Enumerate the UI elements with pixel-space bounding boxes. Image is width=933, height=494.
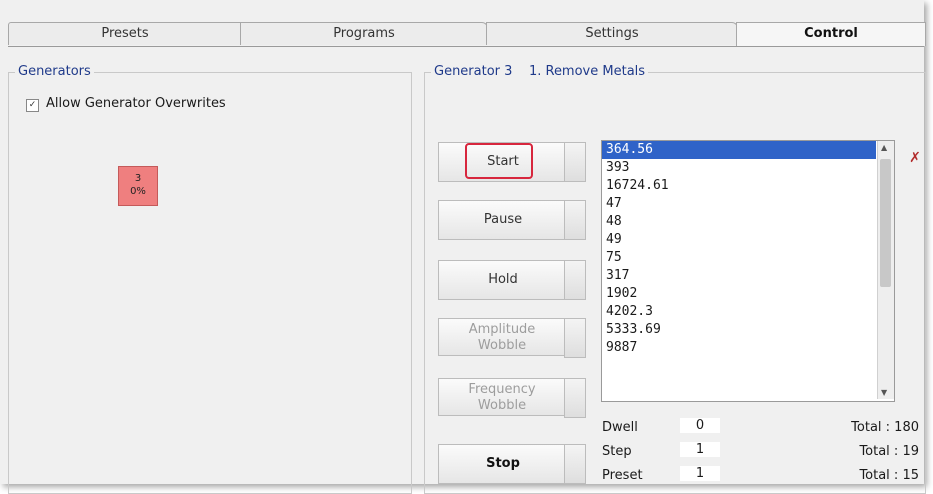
generator-tile-number: 3 <box>134 173 142 184</box>
list-item[interactable]: 48 <box>602 213 876 231</box>
pause-button[interactable]: Pause <box>438 200 568 240</box>
pause-side-button[interactable] <box>564 200 586 240</box>
list-item[interactable]: 47 <box>602 195 876 213</box>
list-item[interactable]: 4202.3 <box>602 303 876 321</box>
stop-side-button[interactable] <box>564 444 586 484</box>
list-item[interactable]: 75 <box>602 249 876 267</box>
amplitude-label: Amplitude <box>468 322 536 337</box>
list-item[interactable]: 16724.61 <box>602 177 876 195</box>
tab-presets[interactable]: Presets <box>8 22 242 45</box>
scroll-down-icon[interactable]: ▼ <box>881 388 887 397</box>
step-value: 1 <box>680 442 720 457</box>
generators-group: Generators <box>8 64 412 494</box>
start-button[interactable]: Start <box>438 142 568 182</box>
wobble-label-2: Wobble <box>477 398 527 413</box>
frequency-label: Frequency <box>468 382 536 397</box>
list-item[interactable]: 364.56 <box>602 141 876 159</box>
list-item[interactable]: 5333.69 <box>602 321 876 339</box>
start-side-button[interactable] <box>564 142 586 182</box>
tab-settings[interactable]: Settings <box>486 22 738 45</box>
list-item[interactable]: 393 <box>602 159 876 177</box>
generator-tile-percent: 0% <box>130 186 146 197</box>
amplitude-wobble-button[interactable]: Amplitude Wobble <box>438 318 566 356</box>
list-item[interactable]: 1902 <box>602 285 876 303</box>
step-label: Step <box>602 444 632 459</box>
generator-tile[interactable]: 3 0% <box>118 166 158 206</box>
allow-overwrites-checkbox[interactable]: ✓ <box>26 99 39 112</box>
frequency-side-button[interactable] <box>564 378 586 418</box>
scroll-up-icon[interactable]: ▲ <box>881 143 887 152</box>
step-total: Total : 19 <box>859 444 919 459</box>
eraser-icon[interactable]: ✗ <box>902 150 928 172</box>
list-scrollbar[interactable]: ▲ ▼ <box>877 141 894 399</box>
stop-button[interactable]: Stop <box>438 444 568 484</box>
list-item[interactable]: 9887 <box>602 339 876 357</box>
preset-value: 1 <box>680 466 720 481</box>
allow-overwrites-label: Allow Generator Overwrites <box>46 96 226 111</box>
generator3-name: Generator 3 <box>434 64 513 79</box>
scroll-thumb[interactable] <box>880 159 891 287</box>
dwell-value: 0 <box>680 418 720 433</box>
frequency-list[interactable]: 364.56 393 16724.61 47 48 49 75 317 1902… <box>601 140 895 402</box>
dwell-label: Dwell <box>602 420 638 435</box>
list-item[interactable]: 317 <box>602 267 876 285</box>
tab-bar: Presets Programs Settings Control <box>8 22 926 47</box>
list-item[interactable]: 49 <box>602 231 876 249</box>
preset-label: Preset <box>602 468 643 483</box>
preset-total: Total : 15 <box>859 468 919 483</box>
generator3-title: Generator 3 1. Remove Metals <box>431 64 649 79</box>
hold-button[interactable]: Hold <box>438 260 568 300</box>
amplitude-side-button[interactable] <box>564 318 586 358</box>
generator3-program: 1. Remove Metals <box>528 64 646 79</box>
tab-control[interactable]: Control <box>736 22 926 46</box>
wobble-label: Wobble <box>477 338 527 353</box>
dwell-total: Total : 180 <box>851 420 919 435</box>
generators-title: Generators <box>15 64 94 79</box>
hold-side-button[interactable] <box>564 260 586 300</box>
tab-programs[interactable]: Programs <box>240 22 488 45</box>
frequency-wobble-button[interactable]: Frequency Wobble <box>438 378 566 416</box>
